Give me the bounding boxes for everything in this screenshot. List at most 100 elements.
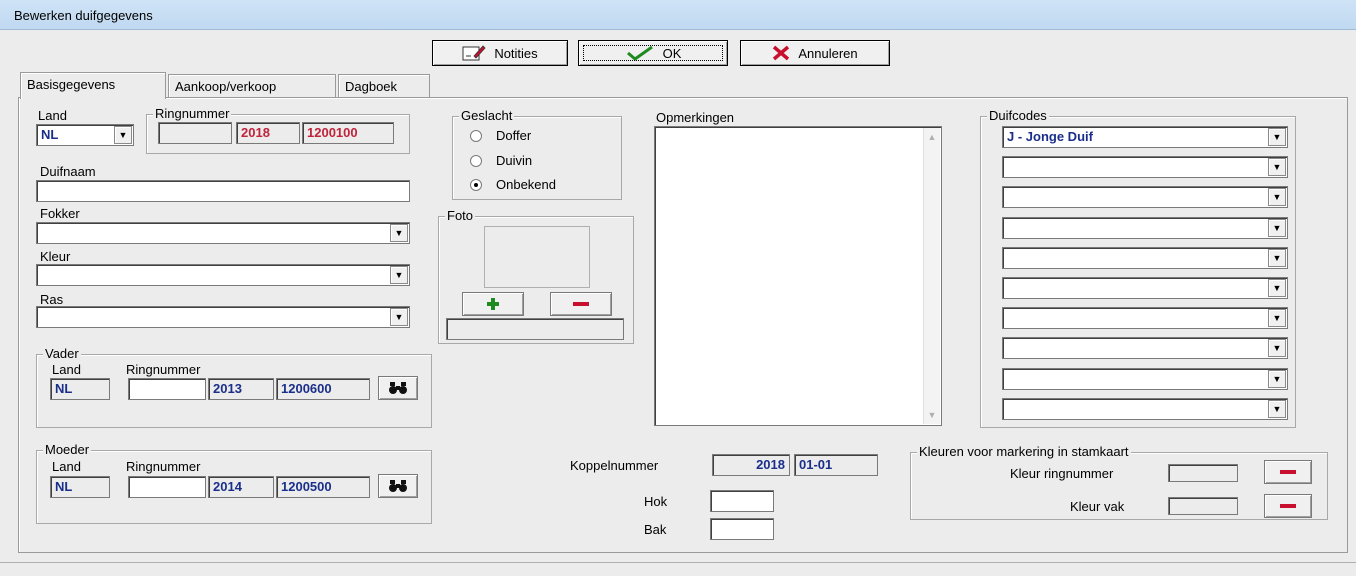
radio-duivin[interactable] — [470, 155, 482, 167]
geslacht-group-label: Geslacht — [459, 108, 515, 124]
ring-prefix-field — [158, 122, 232, 144]
kleur-vak-label: Kleur vak — [1070, 499, 1125, 514]
vertical-scrollbar[interactable]: ▲ ▼ — [923, 128, 940, 424]
ok-button[interactable]: OK — [578, 40, 728, 66]
notes-edit-icon — [462, 45, 486, 61]
markering-group-label: Kleuren voor markering in stamkaart — [917, 444, 1131, 460]
duifcode-select[interactable]: J - Jonge Duif ▼ — [1002, 126, 1288, 148]
chevron-down-icon[interactable]: ▼ — [1268, 339, 1286, 357]
ras-select[interactable]: ▼ — [36, 306, 410, 328]
ring-number-field: 1200100 — [302, 122, 394, 144]
duifcode-select[interactable]: ▼ — [1002, 277, 1288, 299]
moeder-group-label: Moeder — [43, 442, 92, 458]
chevron-down-icon[interactable]: ▼ — [390, 266, 408, 284]
vader-ringnummer-label: Ringnummer — [126, 362, 201, 377]
scroll-down-icon[interactable]: ▼ — [924, 410, 940, 420]
chevron-down-icon[interactable]: ▼ — [1268, 219, 1286, 237]
moeder-land-label: Land — [52, 459, 81, 474]
ras-label: Ras — [40, 292, 64, 307]
chevron-down-icon[interactable]: ▼ — [1268, 279, 1286, 297]
tab-basisgegevens[interactable]: Basisgegevens — [20, 72, 166, 99]
kleur-vak-swatch — [1168, 497, 1238, 515]
vader-group-label: Vader — [43, 346, 81, 362]
fokker-label: Fokker — [40, 206, 80, 221]
tab-dagboek[interactable]: Dagboek — [338, 74, 430, 98]
chevron-down-icon[interactable]: ▼ — [1268, 370, 1286, 388]
red-minus-icon — [1280, 504, 1296, 508]
opmerkingen-label: Opmerkingen — [656, 110, 735, 125]
fokker-select[interactable]: ▼ — [36, 222, 410, 244]
land-select-value: NL — [41, 127, 59, 142]
bak-label: Bak — [644, 522, 667, 537]
vader-ring-number-field: 1200600 — [276, 378, 370, 400]
photo-caption-field — [446, 318, 624, 340]
chevron-down-icon[interactable]: ▼ — [390, 308, 408, 326]
notes-button[interactable]: Notities — [432, 40, 568, 66]
kleur-select[interactable]: ▼ — [36, 264, 410, 286]
remove-photo-button[interactable] — [550, 292, 612, 316]
kleur-ringnummer-swatch — [1168, 464, 1238, 482]
vader-ring-prefix-input[interactable] — [128, 378, 206, 400]
chevron-down-icon[interactable]: ▼ — [1268, 128, 1286, 146]
tab-aankoop-verkoop[interactable]: Aankoop/verkoop — [168, 74, 336, 98]
moeder-search-button[interactable] — [378, 474, 418, 498]
checkmark-icon — [626, 45, 653, 61]
chevron-down-icon[interactable]: ▼ — [114, 126, 132, 144]
duifcodes-group-label: Duifcodes — [987, 108, 1049, 124]
radio-onbekend[interactable] — [470, 179, 482, 191]
add-photo-button[interactable] — [462, 292, 524, 316]
radio-duivin-label: Duivin — [496, 153, 533, 168]
binoculars-icon — [389, 480, 407, 492]
moeder-ring-number-field: 1200500 — [276, 476, 370, 498]
cancel-button-label: Annuleren — [798, 45, 858, 61]
duifcode-select[interactable]: ▼ — [1002, 156, 1288, 178]
chevron-down-icon[interactable]: ▼ — [1268, 309, 1286, 327]
radio-doffer-label: Doffer — [496, 128, 532, 143]
chevron-down-icon[interactable]: ▼ — [1268, 400, 1286, 418]
kleur-label: Kleur — [40, 249, 71, 264]
koppel-year-field: 2018 — [712, 454, 790, 476]
red-minus-icon — [573, 302, 589, 306]
chevron-down-icon[interactable]: ▼ — [1268, 188, 1286, 206]
moeder-ring-prefix-input[interactable] — [128, 476, 206, 498]
hok-input[interactable] — [710, 490, 774, 512]
ok-button-label: OK — [662, 45, 682, 61]
vader-search-button[interactable] — [378, 376, 418, 400]
duifcode-select[interactable]: ▼ — [1002, 186, 1288, 208]
duifcode-select[interactable]: ▼ — [1002, 247, 1288, 269]
red-minus-icon — [1280, 470, 1296, 474]
ring-year-field: 2018 — [236, 122, 300, 144]
duifcode-select[interactable]: ▼ — [1002, 337, 1288, 359]
status-bar — [0, 562, 1356, 576]
notes-button-label: Notities — [494, 45, 538, 61]
chevron-down-icon[interactable]: ▼ — [390, 224, 408, 242]
duifcode-select[interactable]: ▼ — [1002, 217, 1288, 239]
kleur-ringnummer-label: Kleur ringnummer — [1010, 466, 1114, 481]
moeder-ringnummer-label: Ringnummer — [126, 459, 201, 474]
vader-land-field: NL — [50, 378, 110, 400]
duifcode-select[interactable]: ▼ — [1002, 368, 1288, 390]
window-title: Bewerken duifgegevens — [14, 8, 153, 23]
binoculars-icon — [389, 382, 407, 394]
chevron-down-icon[interactable]: ▼ — [1268, 249, 1286, 267]
land-select[interactable]: NL ▼ — [36, 124, 134, 146]
foto-group-label: Foto — [445, 208, 476, 224]
kleur-ringnummer-button[interactable] — [1264, 460, 1312, 484]
koppel-number-field: 01-01 — [794, 454, 878, 476]
kleur-vak-button[interactable] — [1264, 494, 1312, 518]
duifcode-select[interactable]: ▼ — [1002, 398, 1288, 420]
hok-label: Hok — [644, 494, 668, 509]
duifnaam-label: Duifnaam — [40, 164, 96, 179]
bak-input[interactable] — [710, 518, 774, 540]
chevron-down-icon[interactable]: ▼ — [1268, 158, 1286, 176]
duifnaam-input[interactable] — [36, 180, 410, 202]
scroll-up-icon[interactable]: ▲ — [924, 132, 940, 142]
radio-doffer[interactable] — [470, 130, 482, 142]
vader-land-label: Land — [52, 362, 81, 377]
red-x-icon — [773, 45, 790, 61]
cancel-button[interactable]: Annuleren — [740, 40, 890, 66]
land-label: Land — [38, 108, 67, 123]
opmerkingen-textarea[interactable]: ▲ ▼ — [654, 126, 942, 426]
photo-frame[interactable] — [484, 226, 590, 288]
duifcode-select[interactable]: ▼ — [1002, 307, 1288, 329]
